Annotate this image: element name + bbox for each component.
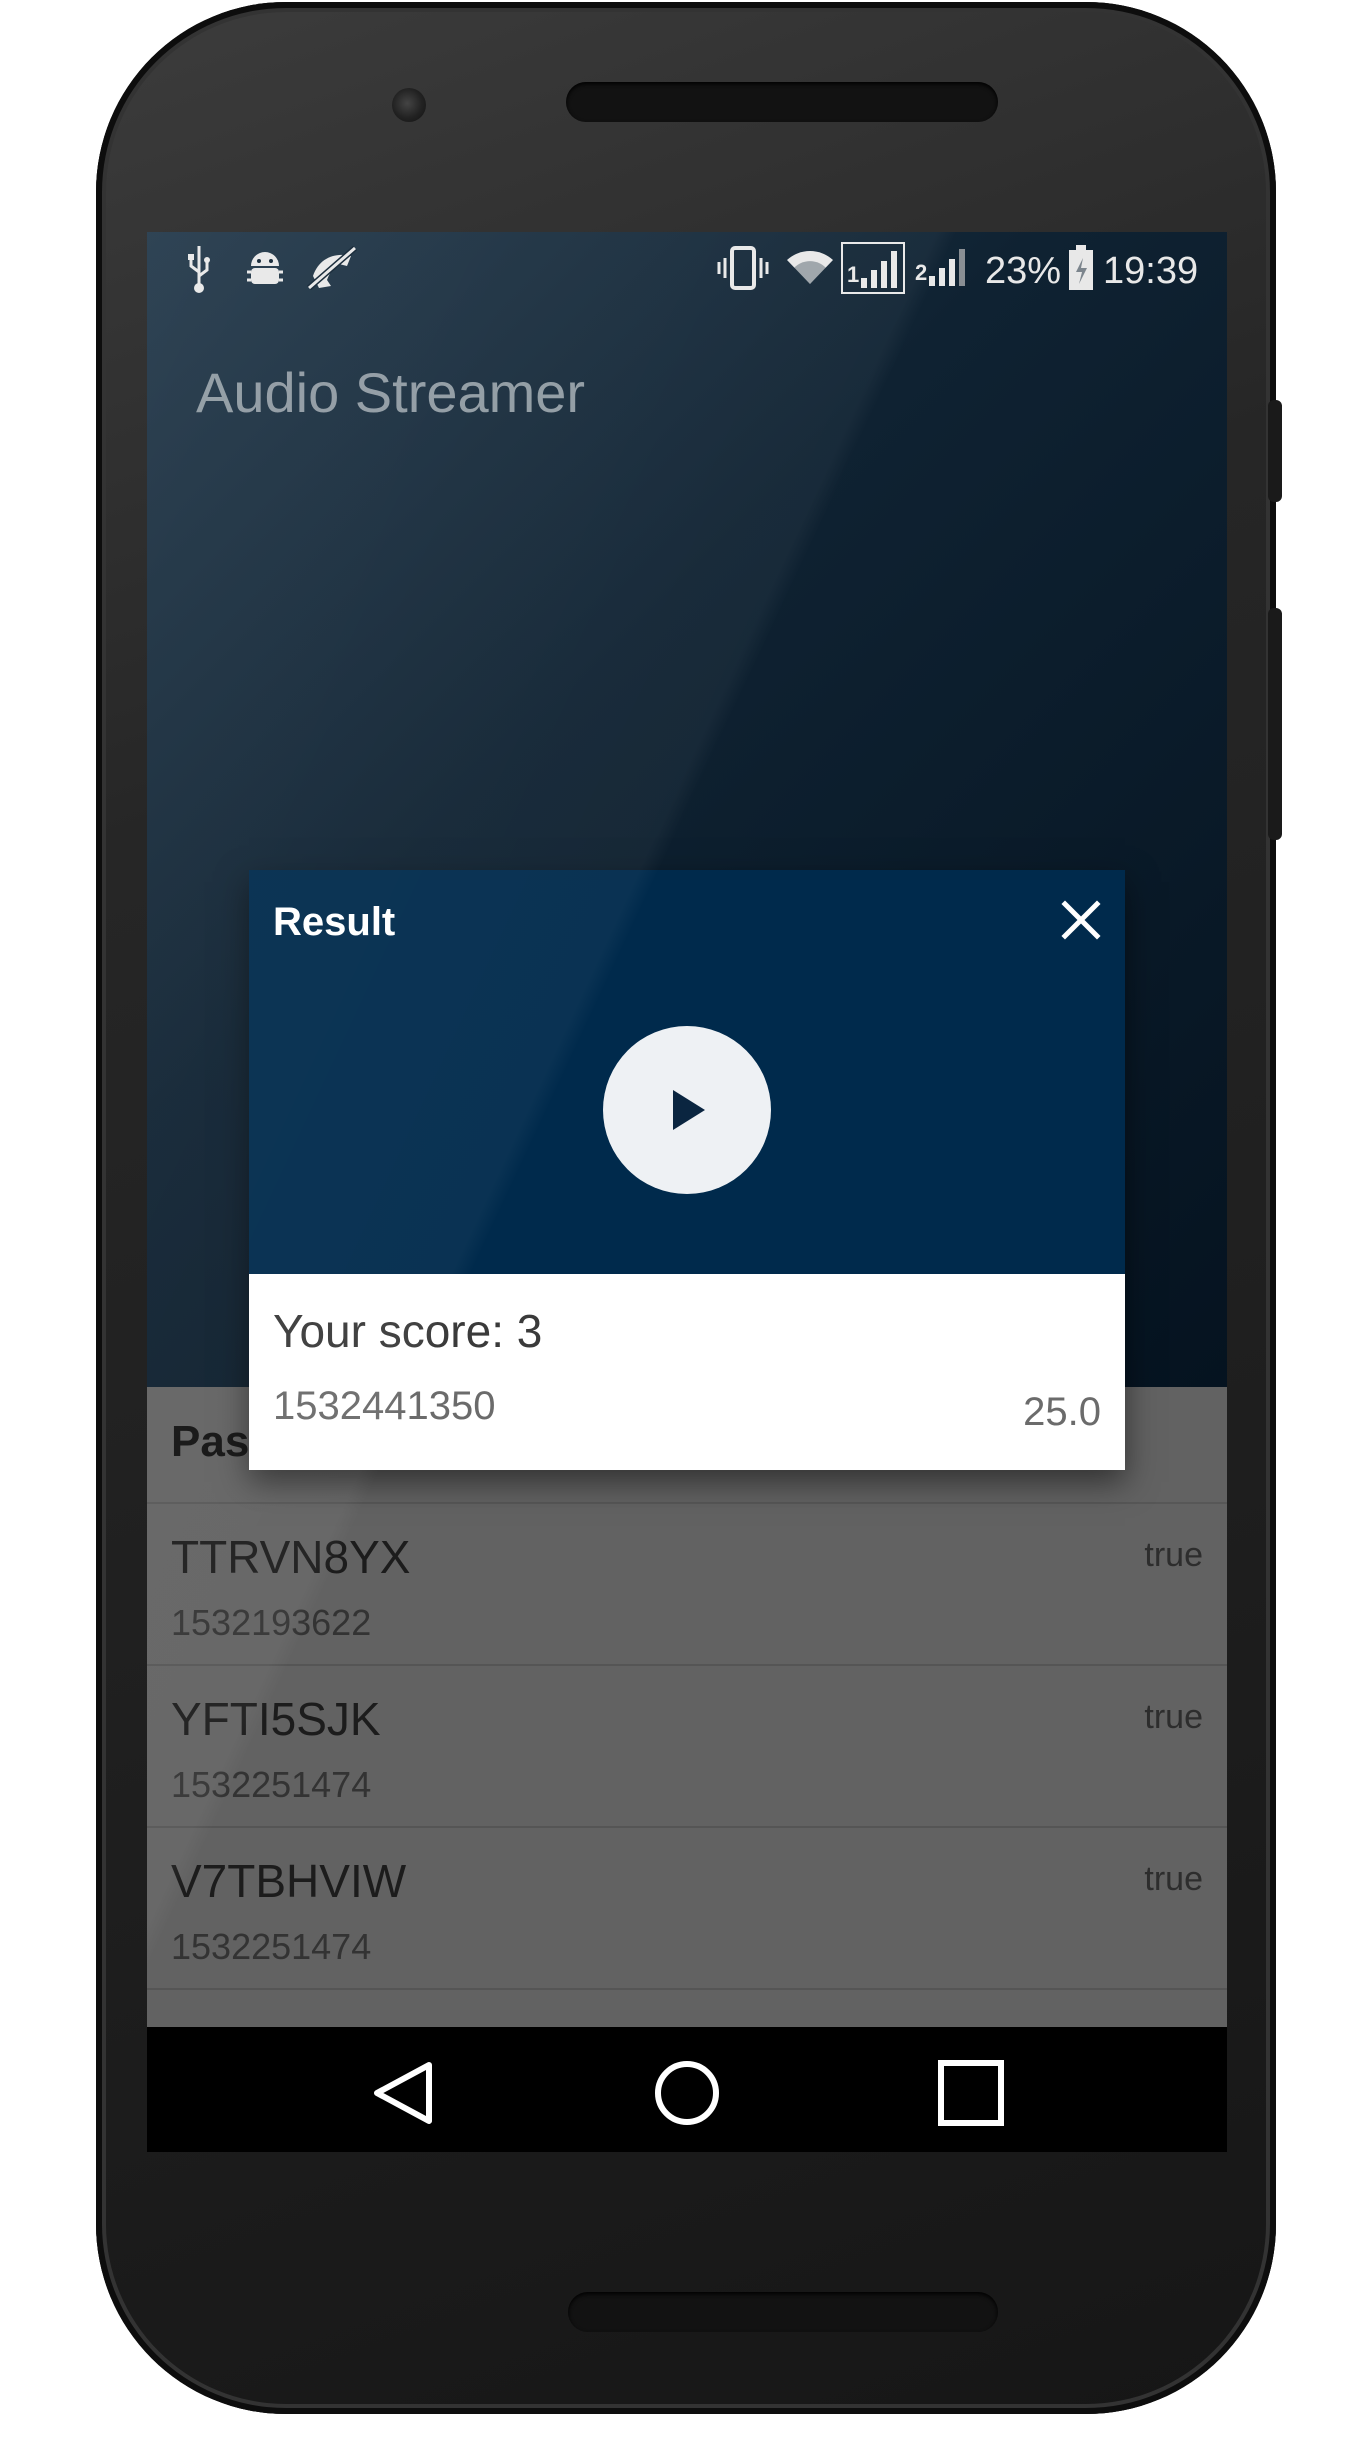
sim1-label: 1 bbox=[847, 262, 860, 287]
list-item[interactable]: YFTI5SJK 1532251474 true bbox=[147, 1666, 1227, 1828]
power-button bbox=[1268, 400, 1282, 502]
usb-icon bbox=[188, 246, 210, 293]
play-icon bbox=[673, 1090, 705, 1130]
item-timestamp: 1532193622 bbox=[171, 1602, 372, 1643]
bottom-speaker bbox=[568, 2292, 998, 2332]
item-status: true bbox=[1144, 1860, 1203, 1898]
item-title: YFTI5SJK bbox=[171, 1693, 381, 1745]
back-icon[interactable] bbox=[369, 2057, 441, 2129]
dialog-header: Result bbox=[249, 870, 1125, 1274]
volume-button bbox=[1268, 608, 1282, 840]
dialog-body: Your score: 3 1532441350 25.0 bbox=[249, 1274, 1125, 1470]
item-status: true bbox=[1144, 1536, 1203, 1574]
battery-percent: 23% bbox=[985, 250, 1062, 292]
vibrate-icon bbox=[717, 246, 769, 290]
item-timestamp: 1532251474 bbox=[171, 1926, 372, 1967]
result-value: 25.0 bbox=[1023, 1390, 1101, 1434]
close-icon[interactable] bbox=[1055, 894, 1107, 946]
item-title: TTRVN8YX bbox=[171, 1531, 411, 1583]
screen: 1 2 23% 19:39 Audio Streamer Pas TTRVN8Y… bbox=[147, 232, 1227, 2152]
status-bar: 1 2 23% 19:39 bbox=[147, 232, 1227, 312]
signal-sim1-icon: 1 bbox=[841, 242, 905, 294]
item-status: true bbox=[1144, 1698, 1203, 1736]
signal-sim2-icon: 2 bbox=[911, 242, 975, 294]
list-item[interactable]: V7TBHVIW 1532251474 true bbox=[147, 1828, 1227, 1990]
score-text: Your score: 3 bbox=[273, 1305, 543, 1357]
front-camera bbox=[392, 88, 426, 122]
result-timestamp: 1532441350 bbox=[273, 1384, 496, 1428]
sim2-label: 2 bbox=[915, 260, 928, 285]
clock: 19:39 bbox=[1103, 250, 1199, 292]
result-dialog: Result Your score: 3 1532441350 25.0 bbox=[249, 870, 1125, 1470]
battery-icon bbox=[1069, 245, 1093, 290]
navigation-bar bbox=[147, 2029, 1227, 2152]
item-timestamp: 1532251474 bbox=[171, 1764, 372, 1805]
android-debug-icon bbox=[247, 252, 283, 284]
list-item[interactable]: TTRVN8YX 1532193622 true bbox=[147, 1504, 1227, 1666]
recents-icon[interactable] bbox=[935, 2057, 1007, 2129]
dialog-title: Result bbox=[273, 900, 396, 944]
list-header-text: Pas bbox=[171, 1417, 250, 1466]
no-phone-icon bbox=[307, 246, 357, 290]
past-results-list: Pas TTRVN8YX 1532193622 true YFTI5SJK 15… bbox=[147, 1387, 1227, 2027]
wifi-icon bbox=[787, 251, 833, 284]
home-icon[interactable] bbox=[651, 2057, 723, 2129]
play-button[interactable] bbox=[603, 1026, 771, 1194]
item-title: V7TBHVIW bbox=[171, 1855, 407, 1907]
app-title: Audio Streamer bbox=[196, 361, 586, 424]
top-speaker bbox=[566, 82, 998, 122]
